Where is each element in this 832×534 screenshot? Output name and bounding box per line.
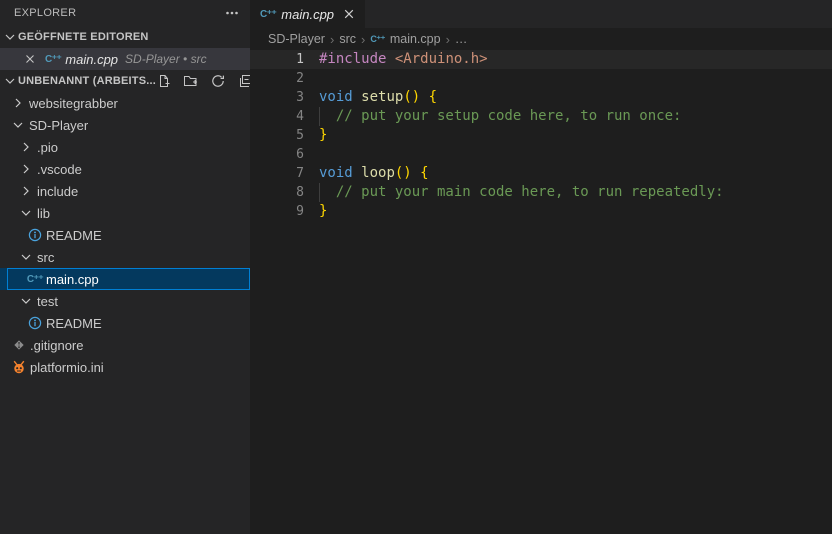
- code-line[interactable]: 8 // put your main code here, to run rep…: [250, 183, 832, 202]
- sidebar-title: EXPLORER: [14, 7, 76, 19]
- section-label: UNBENANNT (ARBEITS...: [18, 75, 156, 87]
- cpp-file-icon: C⁺⁺: [260, 9, 276, 20]
- file-tree: websitegrabber SD-Player .pio .vscode in…: [0, 92, 250, 378]
- sidebar-title-bar: EXPLORER: [0, 0, 250, 26]
- breadcrumb: SD-Player › src › C⁺⁺ main.cpp › …: [250, 28, 832, 50]
- open-editor-name: main.cpp: [65, 52, 118, 67]
- indent-guide: [319, 107, 320, 126]
- info-icon: [27, 315, 43, 331]
- code-line[interactable]: 7 void loop() {: [250, 164, 832, 183]
- tree-item-main-cpp[interactable]: C⁺⁺ main.cpp: [0, 268, 250, 290]
- code-line[interactable]: 1 #include <Arduino.h>: [250, 50, 832, 69]
- refresh-icon[interactable]: [210, 73, 226, 89]
- close-icon[interactable]: [22, 51, 38, 67]
- cpp-file-icon: C⁺⁺: [45, 54, 61, 65]
- info-icon: [27, 227, 43, 243]
- new-file-icon[interactable]: [156, 73, 172, 89]
- breadcrumb-item-project[interactable]: SD-Player: [268, 32, 325, 46]
- tab-label: main.cpp: [281, 7, 336, 22]
- line-number: 3: [250, 88, 304, 107]
- breadcrumb-item-symbol[interactable]: …: [455, 32, 468, 46]
- chevron-down-icon: [2, 29, 18, 45]
- tree-item-lib-readme[interactable]: README: [0, 224, 250, 246]
- collapse-all-icon[interactable]: [237, 73, 250, 89]
- breadcrumb-item-folder[interactable]: src: [339, 32, 356, 46]
- platformio-icon: [11, 359, 27, 375]
- chevron-right-icon: ›: [446, 32, 450, 47]
- line-number: 2: [250, 69, 304, 88]
- code-line[interactable]: 6: [250, 145, 832, 164]
- code-line[interactable]: 5 }: [250, 126, 832, 145]
- chevron-right-icon: ›: [330, 32, 334, 47]
- tree-item-vscode[interactable]: .vscode: [0, 158, 250, 180]
- tree-item-test-readme[interactable]: README: [0, 312, 250, 334]
- workspace-actions: [156, 73, 250, 89]
- line-number: 4: [250, 107, 304, 126]
- line-number: 7: [250, 164, 304, 183]
- code-line[interactable]: 4 // put your setup code here, to run on…: [250, 107, 832, 126]
- tree-item-lib[interactable]: lib: [0, 202, 250, 224]
- tree-item-src[interactable]: src: [0, 246, 250, 268]
- tree-item-pio[interactable]: .pio: [0, 136, 250, 158]
- tab-bar: C⁺⁺ main.cpp: [250, 0, 832, 28]
- section-open-editors[interactable]: GEÖFFNETE EDITOREN: [0, 26, 250, 48]
- breadcrumb-item-file[interactable]: main.cpp: [390, 32, 441, 46]
- section-label: GEÖFFNETE EDITOREN: [18, 31, 149, 43]
- close-icon[interactable]: [341, 6, 357, 22]
- line-number: 9: [250, 202, 304, 221]
- chevron-down-icon: [18, 249, 34, 265]
- editor-group: C⁺⁺ main.cpp SD-Player › src › C⁺⁺ main.…: [250, 0, 832, 534]
- chevron-down-icon: [2, 73, 18, 89]
- code-editor: 1 #include <Arduino.h> 2 3 void setup() …: [250, 50, 832, 221]
- line-number: 8: [250, 183, 304, 202]
- tree-item-test[interactable]: test: [0, 290, 250, 312]
- line-number: 1: [250, 50, 304, 69]
- chevron-down-icon: [10, 117, 26, 133]
- tree-item-gitignore[interactable]: .gitignore: [0, 334, 250, 356]
- cpp-file-icon: C⁺⁺: [370, 34, 385, 45]
- code-line[interactable]: 9 }: [250, 202, 832, 221]
- open-editor-main-cpp[interactable]: C⁺⁺ main.cpp SD-Player • src: [0, 48, 250, 70]
- explorer-sidebar: EXPLORER GEÖFFNETE EDITOREN C⁺⁺ main.cpp…: [0, 0, 250, 534]
- tree-item-include[interactable]: include: [0, 180, 250, 202]
- code-line[interactable]: 2: [250, 69, 832, 88]
- tab-main-cpp[interactable]: C⁺⁺ main.cpp: [250, 0, 365, 28]
- chevron-right-icon: [10, 95, 26, 111]
- chevron-right-icon: ›: [361, 32, 365, 47]
- code-line[interactable]: 3 void setup() {: [250, 88, 832, 107]
- new-folder-icon[interactable]: [183, 73, 199, 89]
- chevron-down-icon: [18, 293, 34, 309]
- more-actions-icon[interactable]: [222, 3, 242, 23]
- line-number: 5: [250, 126, 304, 145]
- chevron-right-icon: [18, 139, 34, 155]
- vscode-window: EXPLORER GEÖFFNETE EDITOREN C⁺⁺ main.cpp…: [0, 0, 832, 534]
- chevron-right-icon: [18, 183, 34, 199]
- tree-item-sd-player[interactable]: SD-Player: [0, 114, 250, 136]
- chevron-right-icon: [18, 161, 34, 177]
- chevron-down-icon: [18, 205, 34, 221]
- section-workspace[interactable]: UNBENANNT (ARBEITS...: [0, 70, 250, 92]
- git-icon: [11, 337, 27, 353]
- line-number: 6: [250, 145, 304, 164]
- tree-item-websitegrabber[interactable]: websitegrabber: [0, 92, 250, 114]
- tree-item-platformio-ini[interactable]: platformio.ini: [0, 356, 250, 378]
- cpp-file-icon: C⁺⁺: [27, 271, 43, 287]
- open-editor-description: SD-Player • src: [125, 52, 207, 66]
- indent-guide: [319, 183, 320, 202]
